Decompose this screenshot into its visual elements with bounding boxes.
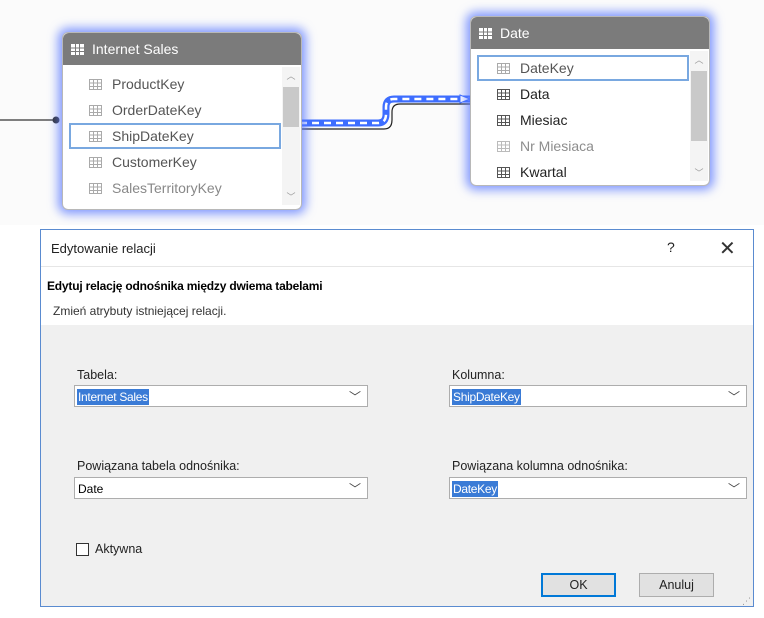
cancel-button[interactable]: Anuluj: [639, 573, 714, 597]
dialog-banner: Edytuj relację odnośnika między dwiema t…: [41, 267, 753, 326]
field-shipdatekey[interactable]: ShipDateKey: [69, 123, 281, 149]
dialog-heading: Edytuj relację odnośnika między dwiema t…: [47, 279, 323, 293]
table-select-value: Internet Sales: [77, 389, 149, 405]
active-checkbox[interactable]: [76, 543, 89, 556]
column-select[interactable]: ShipDateKey ﹀: [449, 385, 747, 407]
column-icon: [89, 130, 102, 142]
related-table-select-value: Date: [78, 482, 104, 496]
internet-sales-scrollbar[interactable]: ︿ ﹀: [282, 67, 300, 205]
dialog-titlebar[interactable]: Edytowanie relacji ? ✕: [41, 230, 753, 267]
date-header[interactable]: Date: [471, 17, 709, 49]
column-icon: [89, 182, 102, 194]
related-table-select[interactable]: Date ﹀: [74, 477, 368, 499]
scroll-up-icon[interactable]: ︿: [690, 53, 708, 66]
internet-sales-field-list: ProductKey OrderDateKey ShipDateKey Cust…: [69, 71, 281, 207]
dialog-title: Edytowanie relacji: [51, 241, 156, 256]
internet-sales-table[interactable]: Internet Sales ProductKey OrderDateKey S…: [62, 32, 302, 210]
column-icon: [497, 62, 510, 74]
field-orderdatekey[interactable]: OrderDateKey: [69, 97, 281, 123]
table-label: Tabela:: [77, 368, 118, 382]
chevron-down-icon[interactable]: ﹀: [728, 480, 740, 497]
related-column-label: Powiązana kolumna odnośnika:: [452, 459, 628, 473]
scroll-thumb[interactable]: [691, 71, 707, 141]
internet-sales-header[interactable]: Internet Sales: [63, 33, 301, 65]
field-kwartal[interactable]: Kwartal: [477, 159, 689, 183]
internet-sales-title: Internet Sales: [92, 41, 179, 57]
active-label[interactable]: Aktywna: [95, 542, 142, 556]
column-icon: [89, 156, 102, 168]
help-button[interactable]: ?: [667, 239, 675, 255]
chevron-down-icon[interactable]: ﹀: [349, 480, 361, 497]
dialog-subheading: Zmień atrybuty istniejącej relacji.: [53, 304, 227, 318]
scroll-thumb[interactable]: [283, 87, 299, 127]
field-data[interactable]: Data: [477, 81, 689, 107]
field-salesterritorykey[interactable]: SalesTerritoryKey: [69, 175, 281, 201]
table-icon: [479, 27, 492, 39]
relationship-endpoint: [52, 116, 60, 124]
field-customerkey[interactable]: CustomerKey: [69, 149, 281, 175]
resize-grip-icon[interactable]: ⋰: [742, 597, 751, 606]
scroll-up-icon[interactable]: ︿: [282, 69, 300, 82]
related-column-select[interactable]: DateKey ﹀: [449, 477, 747, 499]
edit-relationship-dialog: Edytowanie relacji ? ✕ Edytuj relację od…: [40, 229, 754, 607]
table-icon: [71, 43, 84, 55]
field-miesiac[interactable]: Miesiac: [477, 107, 689, 133]
column-icon: [497, 166, 510, 178]
column-icon: [497, 88, 510, 100]
field-datekey[interactable]: DateKey: [477, 55, 689, 81]
date-scrollbar[interactable]: ︿ ﹀: [690, 51, 708, 181]
close-button[interactable]: ✕: [719, 236, 736, 261]
chevron-down-icon[interactable]: ﹀: [728, 388, 740, 405]
column-select-value: ShipDateKey: [452, 389, 521, 405]
scroll-down-icon[interactable]: ﹀: [690, 166, 708, 179]
column-icon: [89, 78, 102, 90]
column-label: Kolumna:: [452, 368, 505, 382]
field-nr-miesiaca[interactable]: Nr Miesiaca: [477, 133, 689, 159]
date-table[interactable]: Date DateKey Data Miesiac Nr Miesiaca Kw…: [470, 16, 710, 186]
related-column-select-value: DateKey: [452, 481, 498, 497]
scroll-down-icon[interactable]: ﹀: [282, 190, 300, 203]
dialog-body: Tabela: Internet Sales ﹀ Kolumna: ShipDa…: [41, 325, 753, 606]
diagram-canvas: Internet Sales ProductKey OrderDateKey S…: [0, 0, 764, 225]
column-icon: [497, 114, 510, 126]
related-table-label: Powiązana tabela odnośnika:: [77, 459, 240, 473]
column-icon: [89, 104, 102, 116]
date-title: Date: [500, 25, 530, 41]
column-icon: [497, 140, 510, 152]
chevron-down-icon[interactable]: ﹀: [349, 388, 361, 405]
field-productkey[interactable]: ProductKey: [69, 71, 281, 97]
ok-button[interactable]: OK: [541, 573, 616, 597]
table-select[interactable]: Internet Sales ﹀: [74, 385, 368, 407]
date-field-list: DateKey Data Miesiac Nr Miesiaca Kwartal: [477, 55, 689, 183]
